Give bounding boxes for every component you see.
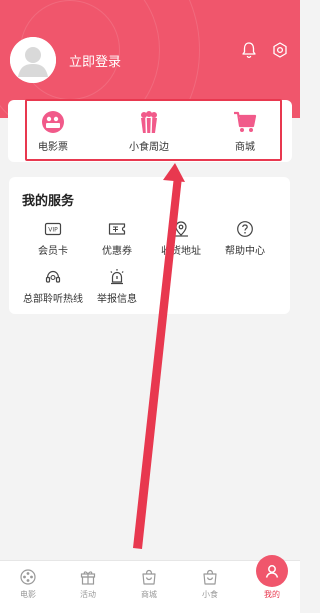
tab-label: 电影 — [20, 590, 36, 599]
service-vip-card[interactable]: VIP 会员卡 — [22, 220, 84, 257]
service-report[interactable]: 举报信息 — [86, 268, 148, 305]
tab-label: 我的 — [264, 590, 280, 599]
service-hotline[interactable]: 总部聆听热线 — [22, 268, 84, 305]
bag-icon — [203, 569, 217, 585]
tab-mine[interactable]: 我的 — [252, 562, 292, 600]
tab-label: 小食 — [202, 590, 218, 599]
user-icon — [265, 565, 279, 578]
tab-snacks[interactable]: 小食 — [190, 568, 230, 600]
service-address[interactable]: 收货地址 — [150, 220, 212, 257]
service-label: 优惠券 — [102, 246, 132, 257]
help-icon — [237, 221, 253, 237]
vip-card-icon: VIP — [44, 222, 62, 236]
services-title: 我的服务 — [22, 194, 75, 209]
gift-icon — [80, 571, 96, 585]
tab-label: 活动 — [80, 590, 96, 599]
coupon-icon — [108, 223, 126, 235]
tab-label: 商城 — [141, 590, 157, 599]
annotation-highlight-box — [25, 99, 282, 161]
service-label: 收货地址 — [161, 246, 201, 257]
tab-activities[interactable]: 活动 — [68, 568, 108, 600]
service-label: 会员卡 — [38, 246, 68, 257]
settings-hexagon-icon[interactable] — [271, 41, 289, 59]
location-pin-icon — [174, 221, 188, 237]
bell-icon[interactable] — [240, 41, 258, 59]
alarm-icon — [110, 269, 124, 285]
avatar[interactable] — [10, 37, 56, 83]
svg-text:VIP: VIP — [48, 227, 58, 234]
login-link[interactable]: 立即登录 — [69, 51, 121, 70]
service-label: 总部聆听热线 — [23, 294, 83, 305]
service-label: 举报信息 — [97, 294, 137, 305]
service-coupon[interactable]: 优惠券 — [86, 220, 148, 257]
film-reel-icon — [20, 569, 36, 585]
service-label: 帮助中心 — [225, 246, 265, 257]
bag-icon — [142, 569, 156, 585]
headset-icon — [45, 270, 61, 283]
tab-movies[interactable]: 电影 — [8, 568, 48, 600]
default-avatar-icon — [10, 37, 56, 83]
service-help-center[interactable]: 帮助中心 — [214, 220, 276, 257]
tab-mall[interactable]: 商城 — [129, 568, 169, 600]
